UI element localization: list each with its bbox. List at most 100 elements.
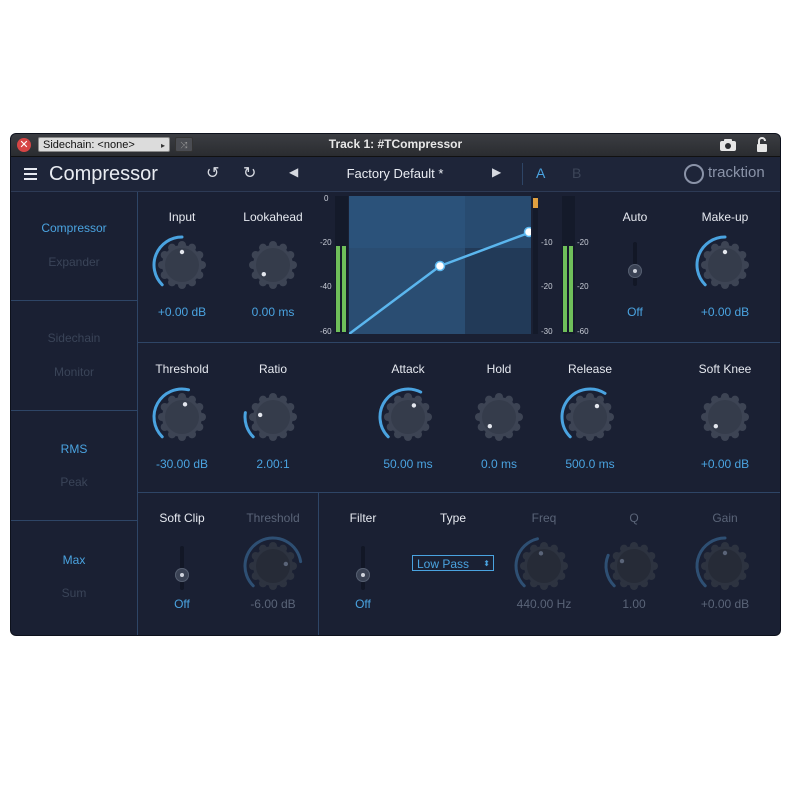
gain-value[interactable]: +0.00 dB: [675, 597, 775, 611]
soft-clip-toggle[interactable]: [172, 546, 192, 590]
output-meter: [562, 196, 575, 334]
gain-label: Gain: [712, 511, 738, 525]
sidebar-sep: [11, 410, 137, 411]
row-divider: [137, 492, 780, 493]
updown-icon: ⬍: [483, 559, 490, 568]
type-label: Type: [439, 511, 466, 525]
ratio-label: Ratio: [258, 362, 287, 376]
gr-scale-10: -10: [541, 238, 553, 247]
q-label: Q: [629, 511, 639, 525]
threshold-knob[interactable]: [151, 386, 213, 448]
lookahead-label: Lookahead: [243, 210, 303, 224]
hold-value[interactable]: 0.0 ms: [449, 457, 549, 471]
input-scale-40: -40: [320, 282, 332, 291]
soft-clip-value: Off: [174, 597, 190, 611]
gr-scale-30: -30: [541, 327, 553, 336]
ratio-value[interactable]: 2.00:1: [223, 457, 323, 471]
ab-b-button[interactable]: B: [572, 165, 581, 181]
hold-knob[interactable]: [468, 386, 530, 448]
stereo-sum[interactable]: Sum: [11, 586, 137, 600]
attack-value[interactable]: 50.00 ms: [358, 457, 458, 471]
input-scale-20: -20: [320, 238, 332, 247]
release-label: Release: [567, 362, 613, 376]
soft-clip-label: Soft Clip: [159, 511, 205, 525]
freq-knob[interactable]: [513, 535, 575, 597]
attack-knob[interactable]: [377, 386, 439, 448]
auto-value: Off: [627, 305, 643, 319]
clip-threshold-knob[interactable]: [242, 535, 304, 597]
clip-threshold-value[interactable]: -6.00 dB: [223, 597, 323, 611]
transfer-curve-graph[interactable]: [349, 196, 531, 334]
mode-compressor[interactable]: Compressor: [11, 221, 137, 235]
makeup-label: Make-up: [701, 210, 749, 224]
input-label: Input: [168, 210, 196, 224]
monitor-option[interactable]: Monitor: [11, 365, 137, 379]
makeup-knob[interactable]: [694, 234, 756, 296]
auto-toggle[interactable]: [625, 242, 645, 286]
plugin-header: Compressor ↺ ↻ ◀ Factory Default * ▶ A B…: [11, 157, 780, 192]
detect-peak[interactable]: Peak: [11, 475, 137, 489]
filter-type-select[interactable]: Low Pass ⬍: [412, 555, 494, 571]
tracktion-logo-icon: [684, 164, 704, 184]
out-scale-60: -60: [577, 327, 589, 336]
filter-toggle[interactable]: [353, 546, 373, 590]
soft-knee-knob[interactable]: [694, 386, 756, 448]
stereo-max[interactable]: Max: [11, 553, 137, 567]
freq-label: Freq: [531, 511, 557, 525]
attack-label: Attack: [391, 362, 425, 376]
input-meter: [335, 196, 348, 334]
lookahead-knob[interactable]: [242, 234, 304, 296]
detect-rms[interactable]: RMS: [11, 442, 137, 456]
ceiling-handle[interactable]: [523, 226, 532, 238]
soft-knee-value[interactable]: +0.00 dB: [675, 457, 775, 471]
q-value[interactable]: 1.00: [584, 597, 684, 611]
sidebar-divider: [137, 192, 138, 635]
input-scale-0: 0: [324, 194, 329, 203]
sidechain-option[interactable]: Sidechain: [11, 331, 137, 345]
q-knob[interactable]: [603, 535, 665, 597]
lookahead-value[interactable]: 0.00 ms: [223, 305, 323, 319]
input-value[interactable]: +0.00 dB: [132, 305, 232, 319]
title-bar: ✕ Sidechain: <none> ▸ ⤨ Track 1: #TCompr…: [11, 134, 780, 157]
undo-icon[interactable]: ↺: [206, 163, 219, 182]
window-title: Track 1: #TCompressor: [328, 137, 463, 151]
hold-label: Hold: [486, 362, 512, 376]
ratio-knob[interactable]: [242, 386, 304, 448]
filter-label: Filter: [349, 511, 377, 525]
preset-prev-icon[interactable]: ◀: [289, 165, 298, 179]
brand-name: tracktion: [708, 164, 765, 181]
divider: [522, 163, 523, 185]
out-scale-40: -20: [577, 282, 589, 291]
plugin-name: Compressor: [49, 163, 158, 185]
menu-icon[interactable]: [24, 168, 37, 183]
input-scale-60: -60: [320, 327, 332, 336]
release-knob[interactable]: [559, 386, 621, 448]
gain-knob[interactable]: [694, 535, 756, 597]
preset-next-icon[interactable]: ▶: [492, 165, 501, 179]
redo-icon[interactable]: ↻: [243, 163, 256, 182]
plugin-window: ✕ Sidechain: <none> ▸ ⤨ Track 1: #TCompr…: [11, 134, 780, 635]
auto-label: Auto: [622, 210, 648, 224]
makeup-value[interactable]: +0.00 dB: [675, 305, 775, 319]
threshold-value[interactable]: -30.00 dB: [132, 457, 232, 471]
soft-knee-label: Soft Knee: [698, 362, 752, 376]
input-knob[interactable]: [151, 234, 213, 296]
sidebar-sep: [11, 300, 137, 301]
release-value[interactable]: 500.0 ms: [540, 457, 640, 471]
lock-icon[interactable]: [756, 137, 768, 153]
row-divider: [137, 342, 780, 343]
gr-scale-20: -20: [541, 282, 553, 291]
gain-reduction-meter: [533, 196, 538, 334]
mode-expander[interactable]: Expander: [11, 255, 137, 269]
threshold-handle[interactable]: [434, 260, 446, 272]
freq-value[interactable]: 440.00 Hz: [494, 597, 594, 611]
clip-threshold-label: Threshold: [246, 511, 300, 525]
ab-a-button[interactable]: A: [536, 165, 545, 181]
out-scale-20: -20: [577, 238, 589, 247]
sidebar-sep: [11, 520, 137, 521]
preset-name[interactable]: Factory Default *: [311, 166, 479, 181]
camera-icon[interactable]: [719, 138, 737, 152]
filter-value: Off: [355, 597, 371, 611]
threshold-label: Threshold: [155, 362, 209, 376]
filter-type-value: Low Pass: [417, 557, 470, 571]
